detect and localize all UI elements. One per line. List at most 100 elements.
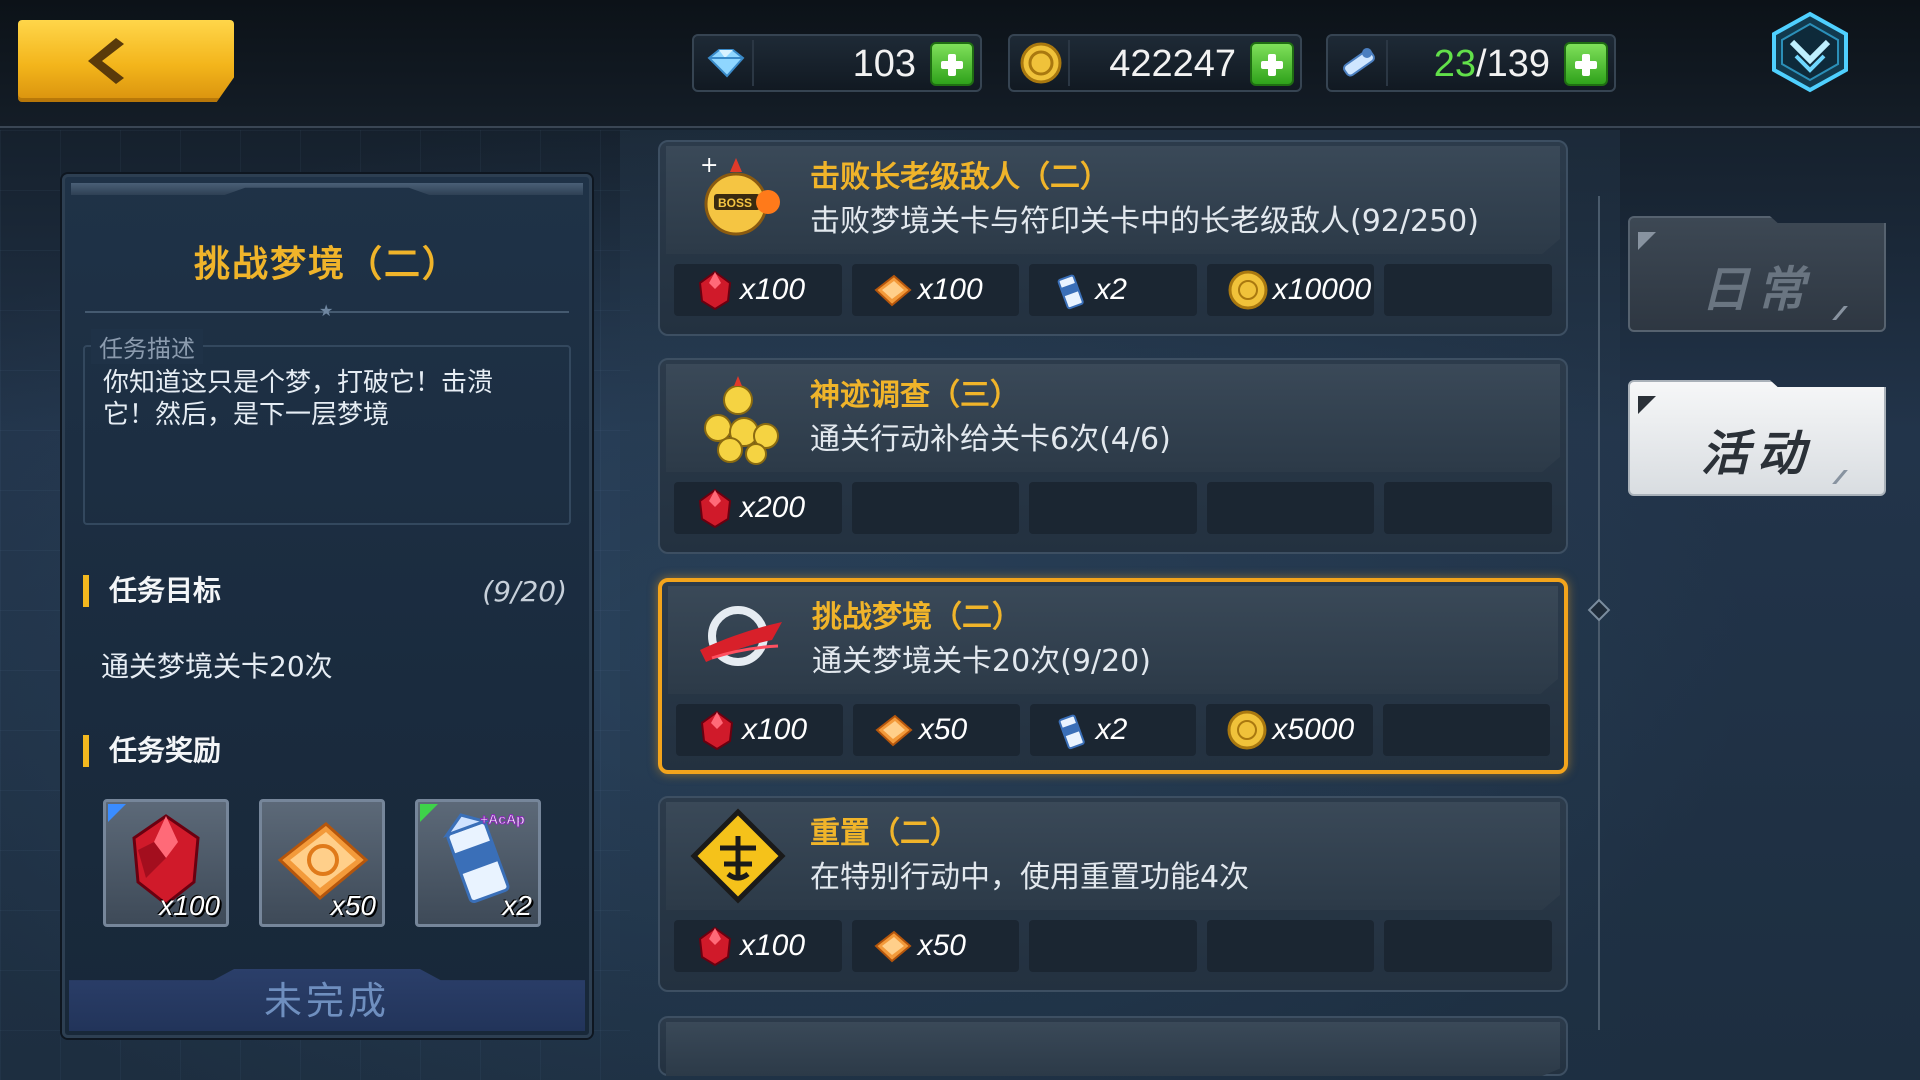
crystal-count: 103 [852,43,916,85]
empty-reward-slot [1384,482,1552,534]
top-bar: 103 422247 23/139 [0,0,1920,128]
milk-carton-icon [1057,274,1084,310]
red-crystal-icon [698,270,732,311]
goal-heading: 任务目标 [83,575,221,607]
panel-top-strip [71,183,583,195]
add-stamina-button[interactable] [1564,42,1608,86]
reward-slot: x200 [674,482,842,534]
stamina-current: 23 [1433,43,1477,85]
coin-count: 422247 [1109,43,1236,85]
quest-name: 重置（二） [810,816,960,851]
tab-daily[interactable]: 日常 [1628,216,1886,332]
svg-text:+AcAp: +AcAp [480,811,525,827]
red-crystal-icon [698,926,732,967]
empty-reward-slot [1383,704,1550,756]
detail-title: 挑战梦境（二） [193,244,460,285]
add-crystal-button[interactable] [930,42,974,86]
quest-name: 神迹调查（三） [810,378,1020,413]
quest-rewards: x200 [674,482,1552,534]
reward-qty: x100 [740,929,806,962]
reward-slot: x100 [674,264,842,316]
back-button[interactable] [18,20,234,102]
empty-reward-slot [1206,482,1375,534]
quest-card[interactable]: BOSS + 击败长老级敌人（二） 击败梦境关卡与符印关卡中的长老级敌人(92/… [658,140,1568,336]
reward-slot: x2 [1029,704,1197,756]
description-label: 任务描述 [91,329,203,364]
tab-corner-mark [1638,232,1656,250]
quest-card-selected[interactable]: 挑战梦境（二） 通关梦境关卡20次(9/20) x100 x50 x2 x500… [658,578,1568,774]
reset-sign-icon [690,808,786,904]
reward-slot: x50 [851,920,1020,972]
reward-qty: x5000 [1272,713,1355,746]
quest-desc: 击败梦境关卡与符印关卡中的长老级敌人(92/250) [810,204,1479,239]
reward-item[interactable]: x100 [103,799,229,927]
quest-header [666,1022,1560,1076]
exp-card-icon [875,714,913,747]
goal-text: 通关梦境关卡20次 [101,650,333,683]
empty-reward-slot [1029,920,1197,972]
status-text: 未完成 [263,979,390,1023]
add-coin-button[interactable] [1250,42,1294,86]
reward-slot: x5000 [1206,704,1374,756]
star-icon: ★ [319,301,334,320]
empty-reward-slot [1206,920,1375,972]
reward-qty: x100 [740,273,806,306]
reward-slot: x2 [1029,264,1197,316]
crystal-resource: 103 [692,34,982,92]
collapse-menu-button[interactable] [1768,10,1852,94]
reward-qty: x100 [742,713,808,746]
reward-qty: x2 [1095,713,1128,746]
quest-rewards: x100 x50 [674,920,1552,972]
reward-qty: x100 [917,273,983,306]
reward-slot: x100 [851,264,1020,316]
quest-card[interactable]: 重置（二） 在特别行动中，使用重置功能4次 x100 x50 [658,796,1568,992]
milk-carton-icon [1058,714,1085,750]
quest-rewards: x100 x50 x2 x5000 [676,704,1550,756]
reward-slot: x100 [674,920,842,972]
svg-text:BOSS: BOSS [718,196,752,210]
chick-pile-icon [704,376,779,465]
reward-qty: x2 [502,890,532,921]
tab-corner-mark [1638,396,1656,414]
reward-qty: x50 [917,929,966,962]
quest-name: 挑战梦境（二） [812,600,1022,635]
red-crystal-icon [698,488,732,529]
coin-icon [1228,270,1268,310]
empty-reward-slot [851,482,1020,534]
tab-event[interactable]: 活动 [1628,380,1886,496]
svg-text:+: + [700,153,718,178]
crystal-icon [698,40,754,86]
reward-qty: x100 [159,890,220,921]
rarity-corner [108,804,126,822]
stamina-resource: 23/139 [1326,34,1616,92]
coin-icon [1014,40,1070,86]
quest-detail-panel: 挑战梦境（二） ★ 任务描述 你知道这只是个梦，打破它！击溃它！然后，是下一层梦… [62,174,592,1038]
reward-item[interactable]: +AcAp x2 [415,799,541,927]
quest-desc: 通关行动补给关卡6次(4/6) [810,422,1171,457]
quest-desc: 在特别行动中，使用重置功能4次 [810,860,1250,895]
quest-card-partial[interactable] [658,1016,1568,1076]
reward-slot: x10000 [1206,264,1375,316]
quest-desc: 通关梦境关卡20次(9/20) [812,644,1151,679]
reward-item[interactable]: x50 [259,799,385,927]
goal-progress: (9/20) [482,575,567,608]
reward-qty: x200 [740,491,806,524]
quest-card[interactable]: 神迹调查（三） 通关行动补给关卡6次(4/6) x200 [658,358,1568,554]
exp-card-icon [874,930,912,963]
reward-qty: x2 [1095,273,1127,306]
reward-heading: 任务奖励 [83,735,221,767]
reward-slot: x50 [852,704,1020,756]
stamina-max: /139 [1476,43,1550,85]
coin-resource: 422247 [1008,34,1302,92]
quest-rewards: x100 x100 x2 x10000 [674,264,1552,316]
reward-qty: x50 [330,890,376,921]
slash-orb-icon [700,606,782,666]
empty-reward-slot [1029,482,1197,534]
empty-reward-slot [1384,264,1552,316]
chevron-left-icon [88,38,124,84]
boss-chick-icon: BOSS + [700,153,780,236]
description-text: 你知道这只是个梦，打破它！击溃它！然后，是下一层梦境 [103,368,494,430]
red-crystal-icon [700,710,734,751]
stamina-icon [1332,40,1388,86]
reward-slot: x100 [676,704,843,756]
